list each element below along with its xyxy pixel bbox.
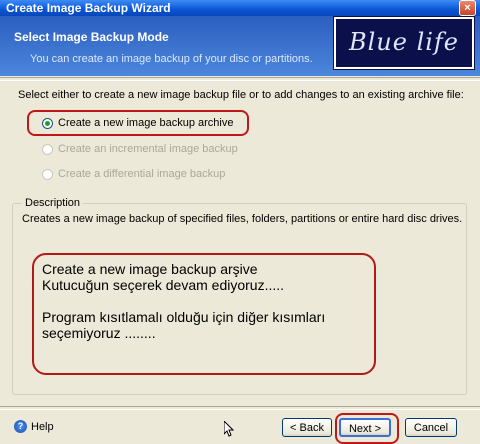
note-line: Create a new image backup arşive: [42, 261, 258, 277]
radio-button[interactable]: [42, 143, 53, 155]
next-button[interactable]: Next >: [339, 418, 391, 437]
page-subtitle: You can create an image backup of your d…: [30, 53, 313, 65]
option-differential-backup[interactable]: Create a differential image backup: [42, 168, 225, 180]
title-bar: Create Image Backup Wizard ×: [0, 0, 480, 16]
cancel-button[interactable]: Cancel: [405, 418, 457, 437]
option-label: Create a differential image backup: [58, 168, 226, 180]
watermark-logo: Blue life: [334, 17, 474, 69]
option-label: Create a new image backup archive: [58, 117, 234, 129]
radio-button[interactable]: [42, 117, 53, 129]
option-new-backup[interactable]: Create a new image backup archive: [42, 117, 233, 129]
help-icon: ?: [14, 420, 27, 433]
option-label: Create an incremental image backup: [58, 143, 238, 155]
option-incremental-backup[interactable]: Create an incremental image backup: [42, 143, 238, 155]
annotation-note: Create a new image backup arşive Kutucuğ…: [32, 253, 376, 375]
instruction-text: Select either to create a new image back…: [18, 89, 464, 101]
description-legend: Description: [22, 197, 84, 209]
help-label: Help: [31, 420, 54, 433]
radio-button[interactable]: [42, 168, 53, 180]
note-line: Kutucuğun seçerek devam ediyoruz.....: [42, 277, 285, 293]
header-divider: [0, 77, 480, 81]
description-text: Creates a new image backup of specified …: [22, 213, 463, 225]
note-line: seçemiyoruz ........: [42, 325, 156, 341]
note-line: Program kısıtlamalı olduğu için diğer kı…: [42, 309, 326, 325]
help-link[interactable]: ? Help: [14, 420, 54, 433]
footer-divider: [0, 406, 480, 410]
back-button[interactable]: < Back: [282, 418, 332, 437]
window-title: Create Image Backup Wizard: [6, 1, 171, 15]
mouse-cursor-icon: [223, 419, 235, 440]
page-title: Select Image Backup Mode: [14, 30, 169, 44]
close-button[interactable]: ×: [459, 0, 476, 16]
